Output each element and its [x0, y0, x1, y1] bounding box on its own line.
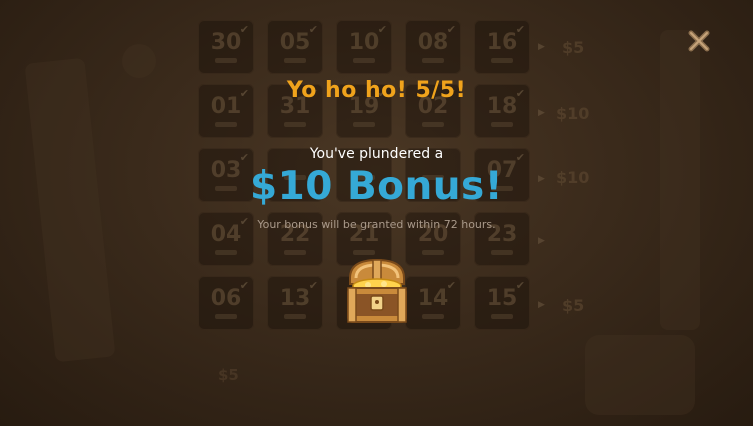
board-tile: 15 ✔ — [474, 276, 530, 330]
board-tile: 10 ✔ — [336, 20, 392, 74]
close-x-icon — [688, 30, 710, 52]
row-arrow-icon: ▶ — [538, 300, 545, 310]
row-arrow-icon: ▶ — [538, 236, 545, 246]
compass-silhouette — [122, 44, 156, 78]
bonus-amount: $10 Bonus! — [249, 164, 504, 209]
row-prize: $10 — [556, 104, 590, 123]
plundered-text: You've plundered a — [309, 146, 444, 162]
row-prize: $5 — [562, 38, 585, 57]
board-tile: 16 ✔ — [474, 20, 530, 74]
popup-title: Yo ho ho! 5/5! — [286, 78, 467, 103]
board-tile: 05 ✔ — [267, 20, 323, 74]
chest-silhouette-bottom-right — [585, 335, 695, 415]
board-tile: 08 ✔ — [405, 20, 461, 74]
close-button[interactable] — [686, 28, 712, 54]
board-tile: 30 ✔ — [198, 20, 254, 74]
row-arrow-icon: ▶ — [538, 108, 545, 118]
row-prize: $5 — [562, 296, 585, 315]
map-scroll-left — [24, 57, 116, 363]
board-tile: 13 ✔ — [267, 276, 323, 330]
board-tile: 06 ✔ — [198, 276, 254, 330]
column-prize: $5 — [218, 366, 239, 384]
bonus-popup: 30 ✔ 05 ✔ 10 ✔ 08 ✔ 16 ✔ 01 ✔ 31 ✔ 19 ✔ 02 ✔ 18 ✔ … — [0, 0, 753, 426]
grant-note: Your bonus will be granted within 72 hou… — [257, 218, 496, 231]
row-arrow-icon: ▶ — [538, 42, 545, 52]
treasure-chest-icon — [344, 256, 410, 326]
board-tile: 14 ✔ — [405, 276, 461, 330]
